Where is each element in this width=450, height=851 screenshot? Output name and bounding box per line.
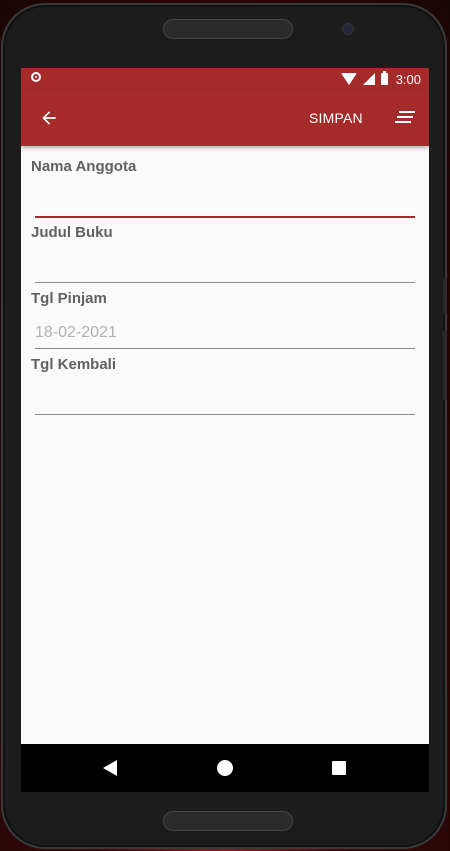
tgl-pinjam-input[interactable] — [35, 318, 415, 349]
app-screen: 3:00 SIMPAN Nama Anggota Judul Buku Tgl … — [21, 68, 429, 792]
nama-anggota-input[interactable] — [35, 186, 415, 218]
record-icon — [31, 72, 41, 82]
app-bar: SIMPAN — [21, 90, 429, 146]
field-label: Nama Anggota — [31, 158, 137, 175]
arrow-left-icon — [42, 111, 56, 125]
field-label: Judul Buku — [31, 224, 113, 241]
field-tgl-pinjam: Tgl Pinjam — [31, 290, 416, 349]
tgl-kembali-input[interactable] — [35, 384, 415, 415]
field-label: Tgl Pinjam — [31, 290, 107, 307]
navigation-bar — [21, 744, 429, 792]
save-button[interactable]: SIMPAN — [309, 106, 363, 130]
top-speaker — [163, 19, 293, 39]
sort-icon — [395, 111, 415, 123]
signal-icon — [362, 73, 375, 85]
field-nama-anggota: Nama Anggota — [31, 158, 416, 218]
field-label: Tgl Kembali — [31, 356, 117, 373]
battery-icon — [380, 71, 388, 85]
nav-back-icon[interactable] — [103, 760, 117, 776]
field-judul-buku: Judul Buku — [31, 224, 416, 283]
nav-home-icon[interactable] — [217, 760, 233, 776]
front-camera — [342, 23, 354, 35]
status-icons: 3:00 — [340, 71, 421, 87]
nav-recent-icon[interactable] — [332, 761, 346, 775]
volume-button — [443, 278, 447, 314]
status-bar: 3:00 — [21, 68, 429, 90]
back-button[interactable] — [33, 102, 65, 134]
field-tgl-kembali: Tgl Kembali — [31, 356, 416, 415]
sort-button[interactable] — [391, 104, 419, 132]
status-time: 3:00 — [395, 71, 421, 87]
judul-buku-input[interactable] — [35, 252, 415, 283]
bottom-speaker — [163, 811, 293, 831]
power-button — [443, 330, 447, 400]
wifi-icon — [340, 73, 357, 85]
